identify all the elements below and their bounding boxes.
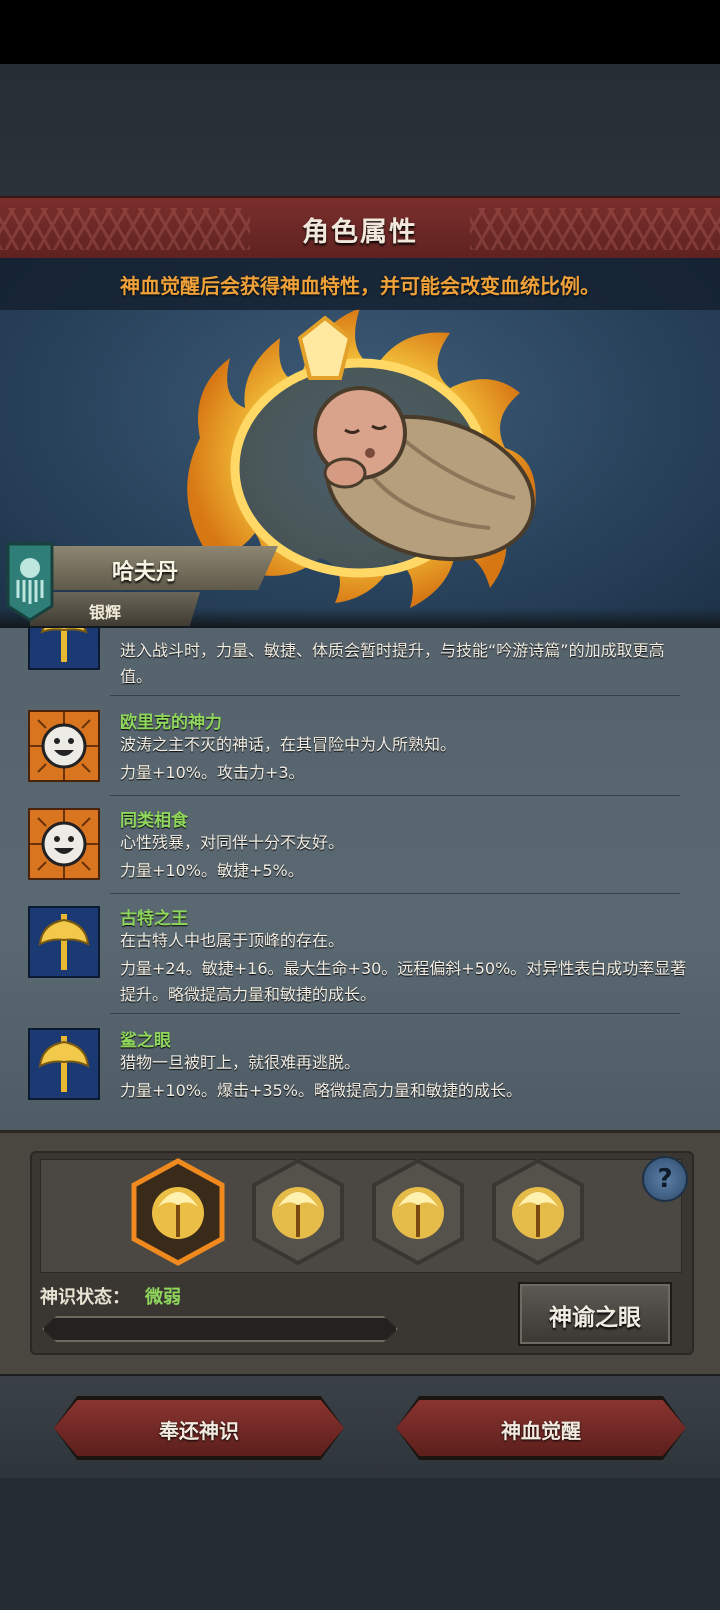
trait-row: 欧里克的神力 波涛之主不灭的神话，在其冒险中为人所熟知。 力量+10%。攻击力+… (0, 698, 720, 796)
help-icon[interactable]: ? (642, 1156, 688, 1202)
awakening-notice: 神血觉醒后会获得神血特性，并可能会改变血统比例。 (0, 258, 720, 310)
baby-portrait-icon (313, 386, 535, 562)
divine-flame-slot-icon[interactable] (368, 1157, 468, 1267)
blood-awaken-button[interactable]: 神血觉醒 (396, 1400, 686, 1456)
clan-banner-icon (6, 542, 54, 622)
smiley-face-icon (28, 808, 100, 880)
title-banner: 角色属性 (0, 196, 720, 262)
trait-row: 同类相食 心性残暴，对同伴十分不友好。 力量+10%。敏捷+5%。 (0, 796, 720, 894)
trait-name: 鲨之眼 (120, 1031, 171, 1051)
trait-effect: 力量+10%。攻击力+3。 (120, 763, 305, 782)
trait-desc: 猎物一旦被盯上，就很难再逃脱。 (120, 1053, 361, 1072)
divine-state-label: 神识状态： (40, 1287, 130, 1308)
trait-effect: 力量+10%。敏捷+5%。 (120, 861, 304, 880)
oracle-eye-button[interactable]: 神谕之眼 (518, 1282, 672, 1346)
trait-row: 进入战斗时，力量、敏捷、体质会暂时提升，与技能“吟游诗篇”的加成取更高值。 (0, 628, 720, 696)
trait-name: 古特之王 (120, 909, 188, 929)
awakening-notice-text: 神血觉醒后会获得神血特性，并可能会改变血统比例。 (120, 274, 600, 298)
golden-axe-icon (28, 628, 100, 670)
trait-desc: 波涛之主不灭的神话，在其冒险中为人所熟知。 (120, 735, 457, 754)
divine-flame-slot-icon[interactable] (488, 1157, 588, 1267)
page-title: 角色属性 (302, 217, 418, 248)
trait-effect: 力量+10%。爆击+35%。略微提高力量和敏捷的成长。 (120, 1081, 522, 1100)
divine-state-value: 微弱 (145, 1287, 181, 1308)
trait-desc: 心性残暴，对同伴十分不友好。 (120, 833, 345, 852)
trait-name: 欧里克的神力 (120, 713, 222, 733)
trait-list[interactable]: 进入战斗时，力量、敏捷、体质会暂时提升，与技能“吟游诗篇”的加成取更高值。 欧里… (0, 628, 720, 1130)
background-top (0, 64, 720, 204)
trait-desc: 在古特人中也属于顶峰的存在。 (120, 931, 345, 950)
oracle-eye-label: 神谕之眼 (549, 1305, 641, 1331)
bottom-background (0, 1478, 720, 1610)
character-name: 哈夫丹 (111, 560, 178, 585)
smiley-face-icon (28, 710, 100, 782)
trait-effect: 力量+24。敏捷+16。最大生命+30。远程偏斜+50%。对异性表白成功率显著提… (120, 959, 687, 1004)
trait-effect: 进入战斗时，力量、敏捷、体质会暂时提升，与技能“吟游诗篇”的加成取更高值。 (120, 641, 665, 686)
divine-flame-slot-icon[interactable] (128, 1157, 228, 1267)
trait-name: 同类相食 (120, 811, 188, 831)
blood-awaken-label: 神血觉醒 (501, 1419, 581, 1443)
status-bar-area (0, 0, 720, 64)
return-divinity-label: 奉还神识 (159, 1419, 239, 1443)
trait-row: 古特之王 在古特人中也属于顶峰的存在。 力量+24。敏捷+16。最大生命+30。… (0, 894, 720, 1014)
golden-axe-icon (28, 906, 100, 978)
golden-axe-icon (28, 1028, 100, 1100)
divine-flame-slot-icon[interactable] (248, 1157, 348, 1267)
return-divinity-button[interactable]: 奉还神识 (54, 1400, 344, 1456)
trait-row: 鲨之眼 猎物一旦被盯上，就很难再逃脱。 力量+10%。爆击+35%。略微提高力量… (0, 1016, 720, 1114)
divine-progress-bar (42, 1316, 398, 1342)
